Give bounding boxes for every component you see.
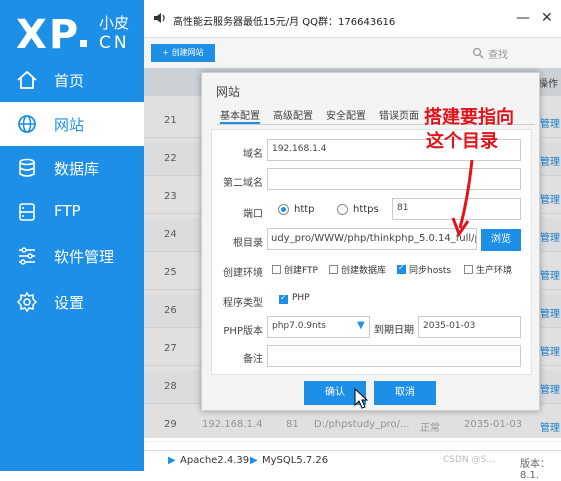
speaker-icon	[154, 13, 165, 23]
logo-cn-top: 小皮	[99, 14, 130, 32]
tab-basic-config[interactable]: 基本配置	[220, 107, 260, 124]
domain-label: 域名	[243, 149, 263, 160]
toolbar: + 创建网站 查找	[144, 38, 561, 68]
expire-date-field[interactable]: 2035-01-03	[418, 316, 521, 338]
php-checkbox[interactable]	[279, 293, 288, 304]
https-label: https	[353, 204, 379, 215]
sliders-icon	[19, 247, 35, 265]
home-icon	[17, 70, 37, 89]
sidebar-item-label: 软件管理	[54, 248, 115, 266]
logo-dot	[80, 40, 87, 47]
production-label: 生产环境	[476, 266, 513, 276]
top-bar: 高性能云服务器最低15元/月 QQ群：176643616 — ✕	[144, 0, 561, 38]
sidebar-item-database[interactable]: 数据库	[0, 146, 144, 190]
sidebar-item-label: 首页	[54, 72, 85, 90]
mouse-cursor-icon	[354, 388, 368, 409]
sidebar-item-home[interactable]: 首页	[0, 58, 144, 102]
second-domain-field[interactable]	[267, 168, 521, 190]
gear-icon	[16, 291, 38, 313]
minimize-button[interactable]: —	[516, 10, 530, 26]
program-type-label: 程序类型	[223, 298, 263, 309]
tab-error-page[interactable]: 错误页面	[379, 107, 419, 124]
php-version-label: PHP版本	[223, 326, 263, 337]
create-ftp-label: 创建FTP	[284, 266, 318, 276]
create-db-label: 创建数据库	[341, 266, 387, 276]
apache-status: Apache2.4.39	[180, 455, 250, 466]
https-radio[interactable]	[337, 204, 348, 215]
note-label: 备注	[243, 354, 263, 365]
config-form	[211, 129, 532, 375]
http-label: http	[294, 204, 315, 215]
database-icon	[19, 158, 35, 177]
announcement-text: 高性能云服务器最低15元/月 QQ群：176643616	[173, 17, 396, 28]
port-label: 端口	[243, 209, 263, 220]
php-version-select[interactable]: php7.0.9nts	[267, 316, 370, 338]
tab-advanced-config[interactable]: 高级配置	[273, 107, 313, 124]
annotation-line: 搭建要指向	[424, 107, 514, 128]
annotation-text: 搭建要指向 这个目录	[424, 106, 514, 154]
play-icon: ▶	[250, 455, 258, 466]
sidebar: XP 小皮 CN 首页 网站 数据库 FTP 软件管理 设置	[0, 0, 144, 471]
version-text: 版本：8.1.	[520, 459, 550, 481]
close-button[interactable]: ✕	[541, 10, 553, 26]
annotation-line: 这个目录	[426, 131, 498, 152]
annotation-arrow-icon	[451, 159, 474, 238]
sync-hosts-label: 同步hosts	[409, 266, 452, 276]
globe-icon	[18, 115, 36, 133]
create-db-checkbox[interactable]	[329, 265, 338, 274]
note-field[interactable]	[267, 345, 521, 367]
env-label: 创建环境	[223, 268, 263, 279]
status-bar: ▶ Apache2.4.39 ▶ MySQL5.7.26 版本：8.1.	[144, 450, 561, 481]
search-input[interactable]: 查找	[488, 46, 508, 61]
expire-date-label: 到期日期	[374, 325, 414, 336]
sidebar-item-label: 设置	[54, 294, 85, 312]
create-ftp-checkbox[interactable]	[272, 265, 281, 274]
php-label: PHP	[292, 293, 310, 303]
logo-cn-bottom: CN	[99, 33, 130, 53]
cancel-button[interactable]: 取消	[374, 381, 436, 405]
mysql-status: MySQL5.7.26	[262, 455, 329, 466]
sidebar-item-label: 数据库	[54, 160, 100, 178]
second-domain-label: 第二域名	[223, 178, 263, 189]
production-checkbox[interactable]	[464, 265, 473, 274]
tab-security-config[interactable]: 安全配置	[326, 107, 366, 124]
sync-hosts-checkbox[interactable]	[397, 263, 406, 274]
sidebar-item-label: 网站	[54, 116, 85, 134]
sidebar-item-settings[interactable]: 设置	[0, 280, 144, 324]
browse-button[interactable]: 浏览	[481, 229, 521, 251]
sidebar-item-website[interactable]: 网站	[0, 102, 144, 146]
dialog-title: 网站	[216, 85, 241, 99]
root-dir-label: 根目录	[233, 238, 263, 249]
sidebar-item-label: FTP	[54, 202, 81, 220]
sidebar-item-software[interactable]: 软件管理	[0, 234, 144, 278]
chevron-down-icon[interactable]: ▼	[357, 320, 365, 331]
sidebar-item-ftp[interactable]: FTP	[0, 190, 144, 234]
http-radio[interactable]	[278, 204, 289, 215]
watermark: CSDN @S...	[443, 455, 495, 465]
root-dir-field[interactable]: udy_pro/WWW/php/thinkphp_5.0.14_full/pub…	[267, 228, 477, 250]
create-website-button[interactable]: + 创建网站	[151, 44, 215, 62]
play-icon: ▶	[168, 455, 176, 466]
logo-text: XP	[16, 12, 81, 58]
logo: XP 小皮 CN	[16, 10, 141, 60]
ftp-icon	[19, 203, 35, 221]
search-icon[interactable]	[472, 47, 484, 59]
